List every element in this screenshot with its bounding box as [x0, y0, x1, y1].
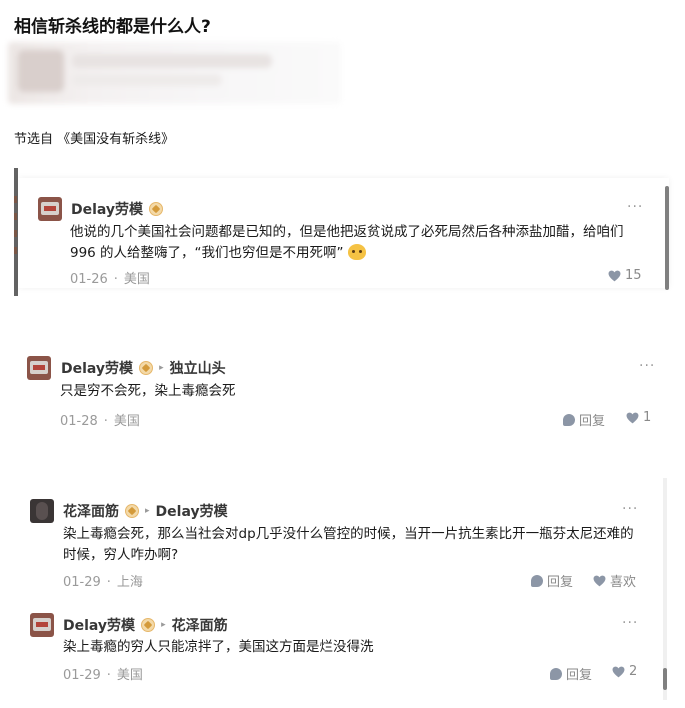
like-button[interactable]: 2	[612, 664, 637, 679]
scrollbar[interactable]	[665, 186, 669, 290]
level-badge-icon	[149, 202, 164, 216]
comment-meta: 01-29 · 美国	[63, 668, 143, 683]
scrollbar-thumb[interactable]	[663, 668, 667, 690]
heart-icon	[612, 666, 625, 677]
reply-arrow-icon: ▸	[159, 363, 164, 373]
level-badge-icon	[125, 504, 139, 518]
heart-icon	[608, 270, 621, 281]
reply-to-username[interactable]: 花泽面筋	[172, 615, 228, 635]
comment-text: 他说的几个美国社会问题都是已知的，但是他把返贫说成了必死局然后各种添盐加醋，给咱…	[70, 224, 624, 261]
comment-date: 01-29	[63, 575, 101, 590]
heart-icon	[593, 575, 606, 586]
reply-to-username[interactable]: Delay劳模	[156, 501, 228, 521]
comment-header: Delay劳模 ▸ 独立山头	[61, 358, 226, 378]
comment-header: Delay劳模 ▸ 花泽面筋	[63, 615, 228, 635]
scrollbar-track[interactable]	[663, 478, 667, 700]
username[interactable]: 花泽面筋	[63, 501, 119, 521]
comment-location: 美国	[123, 272, 150, 287]
comment-meta: 01-28 · 美国	[60, 414, 140, 429]
like-label: 喜欢	[610, 575, 637, 590]
source-caption: 节选自 《美国没有斩杀线》	[14, 132, 175, 147]
comment-location: 美国	[113, 414, 140, 429]
comment-header: Delay劳模	[71, 199, 164, 219]
comment-meta: 01-26 · 美国	[70, 272, 150, 287]
like-button[interactable]: 1	[626, 410, 651, 425]
reply-button[interactable]: 回复	[550, 664, 592, 683]
reply-arrow-icon: ▸	[145, 506, 150, 516]
comment-date: 01-28	[60, 414, 98, 429]
level-badge-icon	[139, 361, 154, 375]
comment-meta: 01-29 · 上海	[63, 575, 143, 590]
like-button[interactable]: 喜欢	[593, 571, 636, 590]
like-count: 1	[643, 410, 652, 425]
avatar[interactable]	[30, 499, 54, 523]
username[interactable]: Delay劳模	[61, 358, 133, 378]
page-title: 相信斩杀线的都是什么人?	[14, 17, 211, 37]
comment-location: 上海	[116, 575, 143, 590]
avatar[interactable]	[38, 197, 62, 221]
username[interactable]: Delay劳模	[71, 199, 143, 219]
comment-header: 花泽面筋 ▸ Delay劳模	[63, 501, 228, 521]
heart-icon	[626, 412, 639, 423]
comment-bubble-icon	[563, 413, 575, 426]
more-icon[interactable]: ···	[622, 615, 638, 631]
comment-location: 美国	[116, 668, 143, 683]
comment-date: 01-29	[63, 668, 101, 683]
comment-date: 01-26	[70, 272, 108, 287]
avatar[interactable]	[30, 613, 54, 637]
reply-button[interactable]: 回复	[563, 410, 605, 429]
cat-emoji-icon	[347, 244, 366, 260]
more-icon[interactable]: ···	[627, 199, 643, 215]
comment-bubble-icon	[531, 574, 543, 587]
blurred-content	[8, 42, 341, 104]
like-count: 2	[629, 664, 638, 679]
comment-text: 只是穷不会死，染上毒瘾会死	[60, 383, 236, 399]
more-icon[interactable]: ···	[622, 501, 638, 517]
quote-edge-marks	[14, 196, 17, 266]
comment-text: 染上毒瘾的穷人只能凉拌了，美国这方面是烂没得洗	[63, 639, 374, 655]
reply-to-username[interactable]: 独立山头	[170, 358, 226, 378]
like-button[interactable]: 15	[608, 268, 642, 283]
username[interactable]: Delay劳模	[63, 615, 135, 635]
avatar[interactable]	[27, 356, 51, 380]
comment-bubble-icon	[550, 667, 562, 680]
reply-button[interactable]: 回复	[531, 571, 573, 590]
like-count: 15	[625, 268, 642, 283]
more-icon[interactable]: ···	[639, 358, 655, 374]
reply-arrow-icon: ▸	[161, 620, 166, 630]
comment-text: 染上毒瘾会死，那么当社会对dp几乎没什么管控的时候，当开一片抗生素比开一瓶芬太尼…	[63, 526, 634, 563]
level-badge-icon	[141, 618, 156, 632]
